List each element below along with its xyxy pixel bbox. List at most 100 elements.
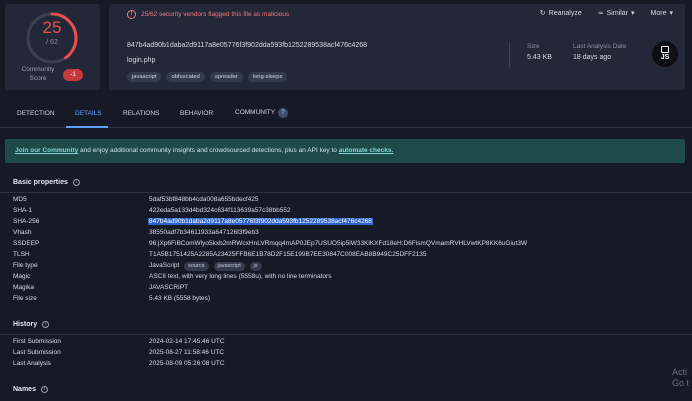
history-row-last-submission: Last Submission 2025-08-27 11:58:46 UTC: [0, 348, 692, 359]
file-type-label: JS: [660, 54, 670, 61]
property-value-selected[interactable]: 847b4ad90b1daba2d9117a8e05776f3f902dda59…: [148, 218, 373, 225]
chevron-down-icon: ▾: [669, 10, 673, 17]
property-row-file-type: File type JavaScript source javascript j…: [0, 261, 692, 272]
malicious-alert: ! 25/62 security vendors flagged this fi…: [127, 10, 289, 19]
similar-icon: ≂: [597, 10, 604, 17]
property-value: JavaScript source javascript js: [149, 262, 262, 271]
property-label: TLSH: [13, 251, 30, 258]
section-divider: [0, 192, 692, 193]
banner-text: and enjoy additional community insights …: [78, 147, 339, 154]
property-value[interactable]: 38550adf7b34611933a647126f3f9eb3: [149, 229, 259, 236]
info-icon[interactable]: i: [40, 386, 48, 393]
property-label: File size: [13, 295, 37, 302]
tab-bar: DETECTION DETAILS RELATIONS BEHAVIOR COM…: [0, 100, 692, 128]
meta-divider: [509, 42, 510, 68]
property-row-tlsh: TLSH T1A5B1751425A2285A23425FFB6E1B78D2F…: [0, 250, 692, 261]
property-label: MD5: [13, 196, 27, 203]
chevron-down-icon: ▾: [631, 10, 635, 17]
property-label: SHA-1: [13, 207, 33, 214]
history-heading: History: [13, 321, 38, 328]
join-community-link[interactable]: Join our Community: [15, 147, 78, 154]
last-analysis-value: 18 days ago: [573, 54, 612, 61]
activation-watermark: Acti Go t: [672, 367, 689, 389]
property-label: Magic: [13, 273, 31, 280]
tab-community-label: COMMUNITY: [235, 109, 276, 116]
file-type-value: JavaScript: [149, 262, 180, 269]
property-row-magika: Magika JAVASCRIPT: [0, 283, 692, 294]
property-label: Magika: [13, 284, 34, 291]
watermark-line-1: Acti: [672, 367, 688, 377]
property-row-sha1: SHA-1 422eda5a133d4bd324c634f113639a57c3…: [0, 206, 692, 217]
property-value[interactable]: T1A5B1751425A2285A23425FFB6E1B78D2F15E19…: [149, 251, 427, 258]
history-label: Last Analysis: [13, 360, 51, 367]
property-row-magic: Magic ASCII text, with very long lines (…: [0, 272, 692, 283]
document-icon: [661, 46, 669, 53]
community-banner: Join our Community and enjoy additional …: [5, 139, 685, 163]
tag-obfuscated[interactable]: obfuscated: [166, 72, 205, 82]
community-score-label: Community Score: [21, 66, 55, 82]
property-label: SSDEEP: [13, 240, 40, 247]
reanalyze-button[interactable]: ↻ Reanalyze: [539, 9, 582, 18]
tab-relations[interactable]: RELATIONS: [123, 110, 159, 117]
history-value: 2025-08-27 11:58:46 UTC: [149, 349, 225, 356]
file-hash: 847b4ad90b1daba2d9117a8e05776f3f902dda59…: [127, 42, 368, 49]
size-value: 5.43 KB: [527, 54, 552, 61]
history-title: History i: [13, 321, 50, 328]
property-label: Vhash: [13, 229, 32, 236]
tag-long-sleeps[interactable]: long-sleeps: [247, 72, 288, 82]
detection-score-card: 25 / 62 Community Score -1: [5, 4, 100, 90]
file-type-chip-js[interactable]: js: [249, 262, 262, 271]
detection-total: / 62: [46, 39, 58, 46]
history-value: 2025-08-09 05:26:08 UTC: [149, 360, 225, 367]
history-label: Last Submission: [13, 349, 61, 356]
tab-details[interactable]: DETAILS: [75, 110, 102, 117]
action-bar: ↻ Reanalyze ≂ Similar ▾ More ▾: [539, 9, 673, 18]
alert-circle-icon: !: [127, 10, 136, 19]
tab-detection[interactable]: DETECTION: [17, 110, 55, 117]
property-value[interactable]: 422eda5a133d4bd324c634f113639a57c38bb552: [149, 207, 291, 214]
community-count-badge: ?: [278, 108, 289, 118]
automate-checks-link[interactable]: automate checks.: [339, 147, 394, 154]
property-value[interactable]: 5daf53bf848bb4cda008a655bdecf425: [149, 196, 259, 203]
basic-properties-title: Basic properties i: [13, 179, 80, 186]
file-type-icon: JS: [652, 41, 678, 67]
more-button[interactable]: More ▾: [651, 9, 673, 18]
similar-label: Similar: [606, 9, 629, 17]
names-heading: Names: [13, 386, 36, 393]
history-value: 2024-02-14 17:45:46 UTC: [149, 338, 225, 345]
tag-spreader[interactable]: spreader: [209, 72, 243, 82]
similar-button[interactable]: ≂ Similar ▾: [597, 9, 635, 18]
history-row-last-analysis: Last Analysis 2025-08-09 05:26:08 UTC: [0, 359, 692, 370]
file-type-chip-source[interactable]: source: [184, 262, 209, 271]
watermark-line-2: Go t: [672, 378, 690, 388]
file-type-chip-javascript[interactable]: javascript: [213, 262, 245, 271]
refresh-icon: ↻: [539, 10, 546, 17]
alert-text: 25/62 security vendors flagged this file…: [141, 11, 290, 18]
property-row-vhash: Vhash 38550adf7b34611933a647126f3f9eb3: [0, 228, 692, 239]
property-label: SHA-256: [13, 218, 40, 225]
history-label: First Submission: [13, 338, 62, 345]
community-score-badge[interactable]: -1: [63, 69, 83, 81]
reanalyze-label: Reanalyze: [548, 9, 582, 17]
tab-community[interactable]: COMMUNITY?: [235, 108, 289, 118]
section-divider: [0, 334, 692, 335]
tab-behavior[interactable]: BEHAVIOR: [180, 110, 213, 117]
history-row-first-submission: First Submission 2024-02-14 17:45:46 UTC: [0, 337, 692, 348]
last-analysis-label: Last Analysis Date: [573, 43, 627, 50]
property-value[interactable]: 5.43 KB (5558 bytes): [149, 295, 210, 302]
active-tab-indicator: [66, 126, 108, 128]
file-tags: javascript obfuscated spreader long-slee…: [127, 72, 288, 82]
property-value[interactable]: 96:jXp6FiBComWlyo5kxb2mRWcxHnLVRmqq4mAP0…: [149, 240, 527, 247]
property-label: File type: [13, 262, 38, 269]
property-value[interactable]: ASCII text, with very long lines (5558u)…: [149, 273, 331, 280]
file-info-card: ! 25/62 security vendors flagged this fi…: [109, 4, 685, 90]
tag-javascript[interactable]: javascript: [127, 72, 162, 82]
property-row-sha256: SHA-256 847b4ad90b1daba2d9117a8e05776f3f…: [0, 217, 692, 228]
size-label: Size: [527, 43, 540, 50]
property-value[interactable]: JAVASCRIPT: [149, 284, 188, 291]
names-title: Names i: [13, 386, 48, 393]
property-row-md5: MD5 5daf53bf848bb4cda008a655bdecf425: [0, 195, 692, 206]
info-icon[interactable]: i: [42, 321, 50, 328]
info-icon[interactable]: i: [72, 179, 80, 186]
file-name: login.php: [127, 57, 156, 64]
